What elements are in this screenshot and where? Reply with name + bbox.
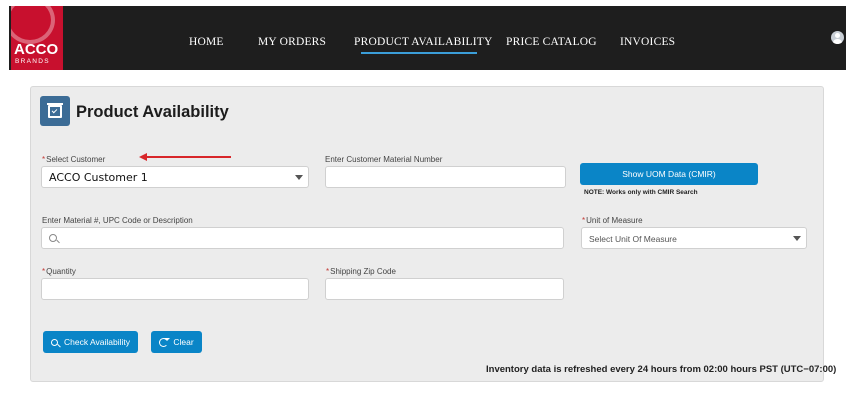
required-marker: * <box>582 216 586 225</box>
select-customer-label: *Select Customer <box>42 155 105 164</box>
user-avatar-icon[interactable] <box>831 31 844 44</box>
required-marker: * <box>326 267 330 276</box>
customer-material-input[interactable] <box>325 166 566 188</box>
unit-of-measure-placeholder: Select Unit Of Measure <box>589 234 677 244</box>
annotation-arrow-line <box>145 156 231 158</box>
chevron-down-icon <box>793 236 801 241</box>
product-availability-card: Product Availability *Select Customer AC… <box>30 86 836 382</box>
check-availability-label: Check Availability <box>64 337 130 347</box>
user-avatar-head <box>835 33 840 38</box>
clear-button[interactable]: Clear <box>151 331 202 353</box>
shipping-zip-input[interactable] <box>325 278 564 300</box>
unit-of-measure-dropdown[interactable]: Select Unit Of Measure <box>581 227 807 249</box>
quantity-label: *Quantity <box>42 267 76 276</box>
shipping-zip-label: *Shipping Zip Code <box>326 267 396 276</box>
nav-product-availability[interactable]: PRODUCT AVAILABILITY <box>354 36 493 48</box>
quantity-label-text: Quantity <box>46 267 76 276</box>
select-customer-dropdown[interactable]: ACCO Customer 1 <box>41 166 309 188</box>
nav-price-catalog[interactable]: PRICE CATALOG <box>506 36 597 48</box>
page-title: Product Availability <box>76 103 229 121</box>
refresh-icon <box>159 337 171 347</box>
shipping-zip-label-text: Shipping Zip Code <box>330 267 396 276</box>
logo-subtext: BRANDS <box>15 58 50 65</box>
unit-of-measure-label-text: Unit of Measure <box>586 216 643 225</box>
nav-home[interactable]: HOME <box>189 36 224 48</box>
search-icon <box>49 234 57 242</box>
unit-of-measure-label: *Unit of Measure <box>582 216 643 225</box>
select-customer-label-text: Select Customer <box>46 155 106 164</box>
required-marker: * <box>42 267 46 276</box>
search-icon <box>51 338 58 346</box>
required-marker: * <box>42 155 46 164</box>
logo-text: ACCO <box>14 41 59 58</box>
product-box-check-icon <box>40 96 70 126</box>
check-availability-button[interactable]: Check Availability <box>43 331 138 353</box>
select-customer-value: ACCO Customer 1 <box>49 171 148 184</box>
quantity-input[interactable] <box>41 278 309 300</box>
logo-swoosh-icon <box>11 6 55 44</box>
material-search-label: Enter Material #, UPC Code or Descriptio… <box>42 216 193 225</box>
uom-note: NOTE: Works only with CMIR Search <box>584 189 698 196</box>
clear-label: Clear <box>173 337 194 347</box>
user-avatar-body <box>833 39 842 44</box>
top-nav-bar: ACCO BRANDS HOME MY ORDERS PRODUCT AVAIL… <box>9 6 846 70</box>
customer-material-label: Enter Customer Material Number <box>325 155 443 164</box>
material-search-input[interactable] <box>41 227 564 249</box>
inventory-refresh-note: Inventory data is refreshed every 24 hou… <box>486 364 837 375</box>
chevron-down-icon <box>295 175 303 180</box>
nav-invoices[interactable]: INVOICES <box>620 36 675 48</box>
acco-brands-logo[interactable]: ACCO BRANDS <box>11 6 63 70</box>
active-nav-indicator <box>361 52 477 54</box>
show-uom-data-button[interactable]: Show UOM Data (CMIR) <box>580 163 758 185</box>
nav-my-orders[interactable]: MY ORDERS <box>258 36 326 48</box>
